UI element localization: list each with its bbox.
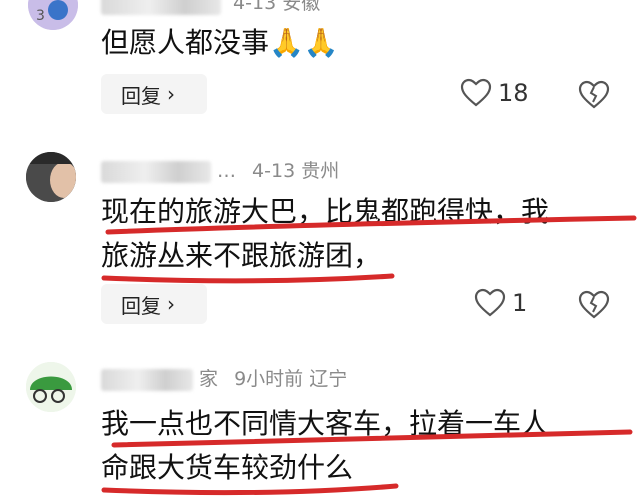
blurred-username bbox=[101, 368, 193, 391]
like-count: 1 bbox=[512, 289, 528, 317]
avatar-image: 3 bbox=[28, 0, 78, 30]
like-count: 18 bbox=[498, 79, 529, 107]
comment-2: … 4-13 贵州 现在的旅游大巴，比鬼都跑得快，我 旅游丛来不跟旅游团， 回复… bbox=[0, 140, 640, 340]
svg-text:3: 3 bbox=[36, 8, 45, 24]
avatar[interactable] bbox=[26, 152, 76, 202]
heart-outline-icon bbox=[474, 288, 506, 317]
comment-3: 家 9小时前 辽宁 我一点也不同情大客车，拉着一车人 命跟大货车较劲什么 bbox=[0, 352, 640, 499]
avatar[interactable] bbox=[26, 362, 76, 412]
broken-heart-icon bbox=[578, 80, 610, 109]
reply-button[interactable]: 回复 › bbox=[101, 284, 207, 324]
like-button[interactable]: 1 bbox=[474, 288, 527, 318]
dislike-button[interactable] bbox=[578, 290, 610, 324]
comment-text: 但愿人都没事🙏🙏 bbox=[101, 26, 339, 59]
comment-text: 我一点也不同情大客车，拉着一车人 命跟大货车较劲什么 bbox=[101, 407, 550, 484]
comment-meta: … 4-13 贵州 bbox=[101, 156, 339, 183]
comment-1: 3 4-13 安徽 但愿人都没事🙏🙏 回复 › 18 bbox=[0, 0, 640, 125]
chevron-right-icon: › bbox=[167, 292, 175, 316]
avatar[interactable]: 3 bbox=[28, 0, 78, 30]
chevron-right-icon: › bbox=[167, 82, 175, 106]
avatar-image bbox=[26, 362, 76, 412]
comment-meta: 4-13 安徽 bbox=[101, 0, 320, 15]
blurred-username bbox=[101, 160, 211, 183]
comment-meta: 家 9小时前 辽宁 bbox=[101, 364, 347, 391]
dislike-button[interactable] bbox=[578, 80, 610, 114]
comment-text: 现在的旅游大巴，比鬼都跑得快，我 旅游丛来不跟旅游团， bbox=[101, 195, 550, 272]
avatar-image bbox=[26, 152, 76, 202]
like-button[interactable]: 18 bbox=[460, 78, 529, 108]
reply-button[interactable]: 回复 › bbox=[101, 74, 207, 114]
broken-heart-icon bbox=[578, 290, 610, 319]
blurred-username bbox=[101, 0, 221, 15]
heart-outline-icon bbox=[460, 78, 492, 107]
